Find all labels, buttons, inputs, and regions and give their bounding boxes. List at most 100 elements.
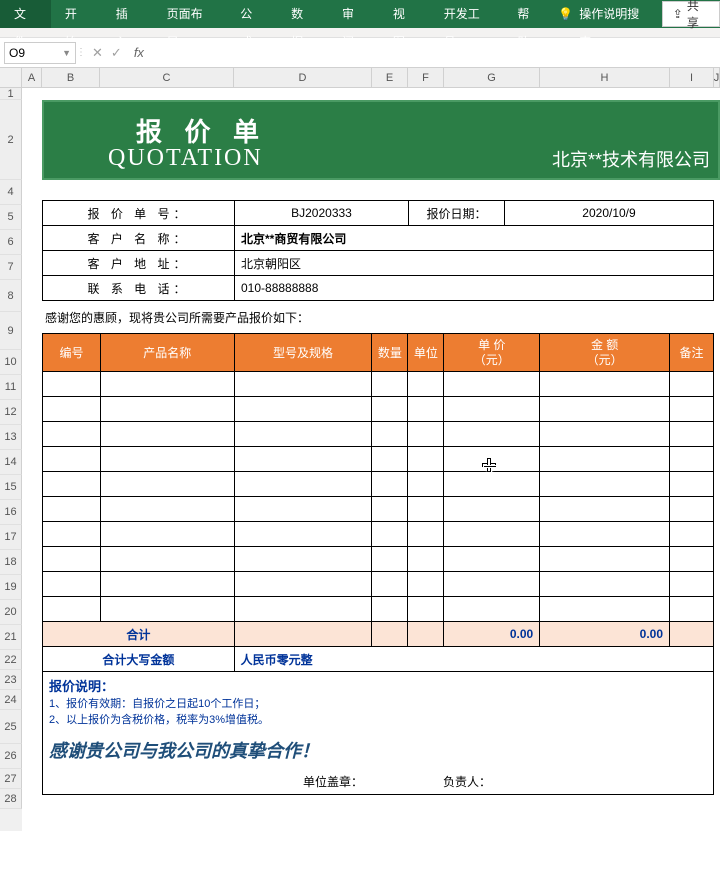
col-no: 编号: [43, 334, 101, 372]
col-header[interactable]: B: [42, 68, 100, 87]
table-row[interactable]: [43, 597, 714, 622]
client-name-value[interactable]: 北京**商贸有限公司: [235, 226, 714, 251]
row-header[interactable]: 5: [0, 205, 22, 230]
sheet[interactable]: A B C D E F G H I J 报 价 单 QUOTATION 北京**…: [22, 68, 720, 831]
ribbon-tab-help[interactable]: 帮助: [503, 0, 554, 28]
row-header[interactable]: 6: [0, 230, 22, 255]
chevron-down-icon[interactable]: ▼: [62, 48, 71, 58]
table-row[interactable]: [43, 572, 714, 597]
row-header[interactable]: 4: [0, 180, 22, 205]
ribbon: 文件 开始 插入 页面布局 公式 数据 审阅 视图 开发工具 帮助 💡 操作说明…: [0, 0, 720, 28]
col-header[interactable]: G: [444, 68, 540, 87]
thanks-message: 感谢贵公司与我公司的真挚合作！: [42, 731, 714, 769]
enter-icon[interactable]: ✓: [111, 45, 122, 61]
caps-label: 合计大写金额: [43, 647, 235, 672]
col-header[interactable]: I: [670, 68, 714, 87]
row-header[interactable]: 27: [0, 769, 22, 789]
table-row[interactable]: [43, 472, 714, 497]
intro-text: 感谢您的惠顾，现将贵公司所需要产品报价如下：: [42, 301, 714, 333]
sum-label: 合计: [43, 622, 235, 647]
fx-icon[interactable]: fx: [134, 45, 144, 60]
quote-date-label: 报价日期：: [409, 201, 505, 226]
col-header[interactable]: E: [372, 68, 408, 87]
table-header-row: 编号 产品名称 型号及规格 数量 单位 单 价（元） 金 额（元） 备注: [43, 334, 714, 372]
col-header[interactable]: J: [714, 68, 720, 87]
row-header[interactable]: 11: [0, 375, 22, 400]
ribbon-tab-home[interactable]: 开始: [51, 0, 102, 28]
col-qty: 数量: [372, 334, 408, 372]
row-header[interactable]: 9: [0, 312, 22, 350]
row-header[interactable]: 8: [0, 280, 22, 312]
row-header[interactable]: 16: [0, 500, 22, 525]
col-price: 单 价（元）: [444, 334, 540, 372]
row-header[interactable]: 1: [0, 88, 22, 100]
row-header[interactable]: 2: [0, 100, 22, 180]
formula-controls: ✕ ✓ fx: [86, 45, 150, 61]
share-icon: ⇪: [673, 7, 683, 21]
formula-bar: O9 ▼ ⋮ ✕ ✓ fx: [0, 38, 720, 68]
seal-label: 单位盖章：: [303, 773, 363, 790]
table-row: 报 价 单 号： BJ2020333 报价日期： 2020/10/9: [43, 201, 714, 226]
ribbon-tab-file[interactable]: 文件: [0, 0, 51, 28]
row-header[interactable]: 17: [0, 525, 22, 550]
col-name: 产品名称: [100, 334, 234, 372]
table-row[interactable]: [43, 447, 714, 472]
row-header[interactable]: 25: [0, 710, 22, 744]
grid: 1 2 4 5 6 7 8 9 10 11 12 13 14 15 16 17 …: [0, 68, 720, 831]
table-row[interactable]: [43, 547, 714, 572]
quote-no-label: 报 价 单 号：: [43, 201, 235, 226]
tell-me-search[interactable]: 操作说明搜索: [579, 0, 662, 28]
row-header[interactable]: 15: [0, 475, 22, 500]
notes-line2: 2、以上报价为含税价格，税率为3%增值税。: [49, 711, 707, 727]
row-header[interactable]: 21: [0, 625, 22, 650]
row-header[interactable]: 22: [0, 650, 22, 670]
row-header[interactable]: 7: [0, 255, 22, 280]
sum-price: 0.00: [444, 622, 540, 647]
quote-no-value[interactable]: BJ2020333: [235, 201, 409, 226]
document-content: 报 价 单 QUOTATION 北京**技术有限公司 报 价 单 号： BJ20…: [22, 100, 720, 831]
row-header[interactable]: 24: [0, 690, 22, 710]
share-button[interactable]: ⇪ 共享: [662, 1, 720, 27]
formula-input[interactable]: [150, 42, 720, 64]
row-header[interactable]: 20: [0, 600, 22, 625]
table-row[interactable]: [43, 497, 714, 522]
ribbon-tab-data[interactable]: 数据: [277, 0, 328, 28]
table-row[interactable]: [43, 422, 714, 447]
table-row[interactable]: [43, 397, 714, 422]
ribbon-tab-formulas[interactable]: 公式: [226, 0, 277, 28]
table-row: 客 户 名 称： 北京**商贸有限公司: [43, 226, 714, 251]
row-header[interactable]: 12: [0, 400, 22, 425]
row-header[interactable]: 10: [0, 350, 22, 375]
col-header[interactable]: H: [540, 68, 670, 87]
row-header[interactable]: 28: [0, 789, 22, 809]
row-header[interactable]: 18: [0, 550, 22, 575]
client-addr-value[interactable]: 北京朝阳区: [235, 251, 714, 276]
row-header[interactable]: 26: [0, 744, 22, 769]
row-header[interactable]: 13: [0, 425, 22, 450]
ribbon-tab-review[interactable]: 审阅: [328, 0, 379, 28]
quote-date-value[interactable]: 2020/10/9: [505, 201, 714, 226]
col-header[interactable]: F: [408, 68, 444, 87]
name-box[interactable]: O9 ▼: [4, 42, 76, 64]
col-header[interactable]: A: [22, 68, 42, 87]
row-header[interactable]: 19: [0, 575, 22, 600]
ribbon-tab-layout[interactable]: 页面布局: [153, 0, 227, 28]
cancel-icon[interactable]: ✕: [92, 45, 103, 61]
table-row[interactable]: [43, 522, 714, 547]
name-box-value: O9: [9, 46, 25, 60]
row-header[interactable]: 23: [0, 670, 22, 690]
select-all-corner[interactable]: [0, 68, 22, 88]
row-header[interactable]: 14: [0, 450, 22, 475]
tel-value[interactable]: 010-88888888: [235, 276, 714, 301]
table-row[interactable]: [43, 372, 714, 397]
col-header[interactable]: C: [100, 68, 234, 87]
sum-row: 合计 0.00 0.00: [43, 622, 714, 647]
title-chinese: 报 价 单: [136, 112, 267, 149]
sum-amount: 0.00: [540, 622, 670, 647]
col-header[interactable]: D: [234, 68, 372, 87]
lightbulb-icon: 💡: [558, 7, 573, 21]
ribbon-tab-developer[interactable]: 开发工具: [430, 0, 504, 28]
drag-handle-icon[interactable]: ⋮: [76, 47, 86, 58]
ribbon-tab-insert[interactable]: 插入: [102, 0, 153, 28]
ribbon-tab-view[interactable]: 视图: [379, 0, 430, 28]
